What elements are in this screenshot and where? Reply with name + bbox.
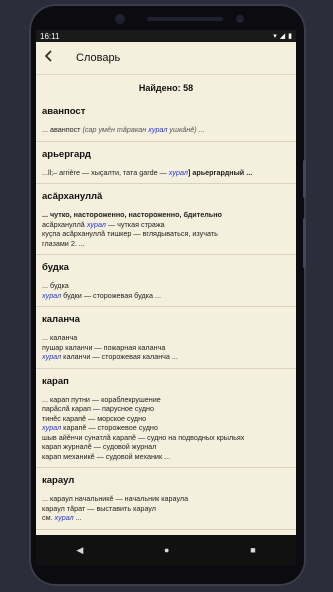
entry-headword: асăрхануллă	[42, 191, 103, 202]
snippet-text: — чуткая стража	[105, 219, 165, 229]
nav-back-icon[interactable]: ◀	[76, 545, 83, 556]
entry-headword: арьергард	[42, 148, 91, 160]
snippet-text: каланчи — сторожевая каланча ...	[61, 352, 178, 361]
snippet-text: глазами 2. ...	[42, 238, 85, 248]
result-entry[interactable]: каланча ... каланча пушар каланчи — пожарн…	[36, 307, 296, 369]
front-camera	[115, 14, 125, 24]
status-bar: 16:11 ▾ ◢ ▮	[36, 30, 296, 42]
snippet-text: ... караул начальникĕ — начальник караул…	[42, 494, 189, 503]
entry-snippet-line: ... аванпост (сар умĕн тăракан хурал ушк…	[42, 125, 290, 135]
entry-snippet-line: хурал карапĕ — сторожевое судно	[42, 423, 290, 433]
highlight-link[interactable]: хурал	[87, 220, 106, 229]
result-entry[interactable]: карап ... карап путни — кораблекрушение па…	[36, 369, 296, 468]
snippet-text: парăслă карап — парусное судно	[42, 404, 155, 413]
snippet-text: ] арьергардный ...	[187, 167, 253, 177]
entry-snippet-line: карап механикĕ — судовой механик ...	[42, 452, 290, 462]
snippet-text: ...	[73, 513, 82, 522]
app-bar: Словарь	[36, 42, 296, 75]
snippet-text: тинĕс карапĕ — морское судно	[42, 413, 147, 423]
result-entry[interactable]: арьергард ...ll;– arrière — хыçалти, тата…	[36, 142, 296, 184]
wifi-icon: ▾	[273, 33, 277, 40]
screen: 16:11 ▾ ◢ ▮ Словарь Найдено: 58 аванпост…	[36, 30, 296, 565]
entry-snippet-line: ... караул начальникĕ — начальник караул…	[42, 494, 290, 504]
snippet-text: шыв айĕнчи сунатлă карапĕ — судно на под…	[42, 432, 245, 442]
highlight-link[interactable]: хурал	[55, 513, 74, 522]
results-list: аванпост ... аванпост (сар умĕн тăракан х…	[36, 99, 296, 530]
snippet-text: куçпа асăрхануллă тишкер — вглядываться,…	[42, 229, 218, 238]
entry-snippet-line: парăслă карап — парусное судно	[42, 404, 290, 414]
back-arrow-icon[interactable]	[36, 49, 62, 67]
snippet-text: (сар умĕн тăракан	[82, 125, 149, 134]
entry-snippet-line: хурал будки — сторожевая будка ...	[42, 291, 290, 301]
results-count: Найдено: 58	[138, 83, 194, 93]
signal-icon: ◢	[279, 33, 286, 40]
power-button	[303, 218, 306, 268]
entry-headword: караул	[42, 475, 75, 486]
result-entry[interactable]: караул ... караул начальникĕ — начальник …	[36, 468, 296, 530]
snippet-text: ... аванпост	[42, 125, 83, 134]
battery-icon: ▮	[288, 33, 292, 40]
highlight-link[interactable]: хурал	[42, 423, 61, 432]
snippet-text: ... будка	[42, 281, 69, 290]
result-entry[interactable]: будка ... будка хурал будки — сторожевая б…	[36, 255, 296, 307]
entry-snippet-line: ...ll;– arrière — хыçалти, тата garde — …	[42, 168, 290, 178]
entry-snippet-line: тинĕс карапĕ — морское судно	[42, 414, 290, 424]
highlight-link[interactable]: хурал	[169, 168, 188, 177]
entry-headword: будка	[42, 262, 69, 273]
snippet-text: ... каланча	[42, 333, 78, 342]
entry-snippet-line: ... каланча	[42, 333, 290, 343]
entry-snippet-line: пушар каланчи — пожарная каланча	[42, 343, 290, 353]
snippet-text: см.	[42, 513, 55, 522]
nav-recents-icon[interactable]: ■	[250, 545, 255, 555]
snippet-text: ... карап путни — кораблекрушение	[42, 394, 161, 404]
entry-snippet-line: ... карап путни — кораблекрушение	[42, 395, 290, 405]
highlight-link[interactable]: хурал	[148, 125, 167, 134]
nav-home-icon[interactable]: ●	[164, 545, 169, 555]
snippet-text: караул тăрат — выставить караул	[42, 503, 156, 513]
entry-snippet-line: ... будка	[42, 281, 290, 291]
earpiece-speaker	[147, 17, 223, 21]
snippet-text: пушар каланчи — пожарная каланча	[42, 342, 166, 352]
volume-button	[303, 160, 306, 198]
entry-headword: карап	[42, 375, 69, 387]
snippet-text: карапĕ — сторожевое судно	[61, 423, 158, 432]
highlight-link[interactable]: хурал	[42, 291, 61, 300]
entry-snippet-line: хурал каланчи — сторожевая каланча ...	[42, 352, 290, 362]
status-icons: ▾ ◢ ▮	[273, 32, 292, 40]
result-entry[interactable]: аванпост ... аванпост (сар умĕн тăракан х…	[36, 99, 296, 142]
snippet-text: ...ll;– arrière — хыçалти, тата garde —	[42, 167, 169, 177]
snippet-text: ушкăнĕ) ...	[167, 125, 205, 134]
entry-snippet-line: куçпа асăрхануллă тишкер — вглядываться,…	[42, 229, 290, 239]
entry-headword: каланча	[42, 314, 80, 325]
entry-snippet-line: караул тăрат — выставить караул	[42, 504, 290, 514]
result-entry[interactable]: асăрхануллă... чутко, настороженно, наст…	[36, 184, 296, 255]
page-title: Словарь	[76, 52, 121, 64]
entry-snippet-line: глазами 2. ...	[42, 239, 290, 249]
entry-snippet-line: шыв айĕнчи сунатлă карапĕ — судно на под…	[42, 433, 290, 443]
snippet-text: ... чутко, настороженно, настороженно, б…	[42, 210, 222, 219]
system-nav-bar: ◀ ● ■	[36, 535, 296, 565]
highlight-link[interactable]: хурал	[42, 352, 61, 361]
entry-snippet-line: асăрхануллă хурал — чуткая стража	[42, 220, 290, 230]
sensor	[236, 15, 244, 23]
entry-headword: аванпост	[42, 106, 86, 117]
snippet-text: асăрхануллă	[42, 219, 87, 229]
snippet-text: будки — сторожевая будка ...	[61, 290, 161, 300]
entry-snippet-line: карап журналĕ — судовой журнал	[42, 442, 290, 452]
snippet-text: карап журналĕ — судовой журнал	[42, 442, 157, 451]
snippet-text: карап механикĕ — судовой механик ...	[42, 451, 171, 461]
entry-snippet-line: см. хурал ...	[42, 513, 290, 523]
entry-snippet-line: ... чутко, настороженно, настороженно, б…	[42, 210, 290, 220]
status-time: 16:11	[40, 31, 60, 41]
